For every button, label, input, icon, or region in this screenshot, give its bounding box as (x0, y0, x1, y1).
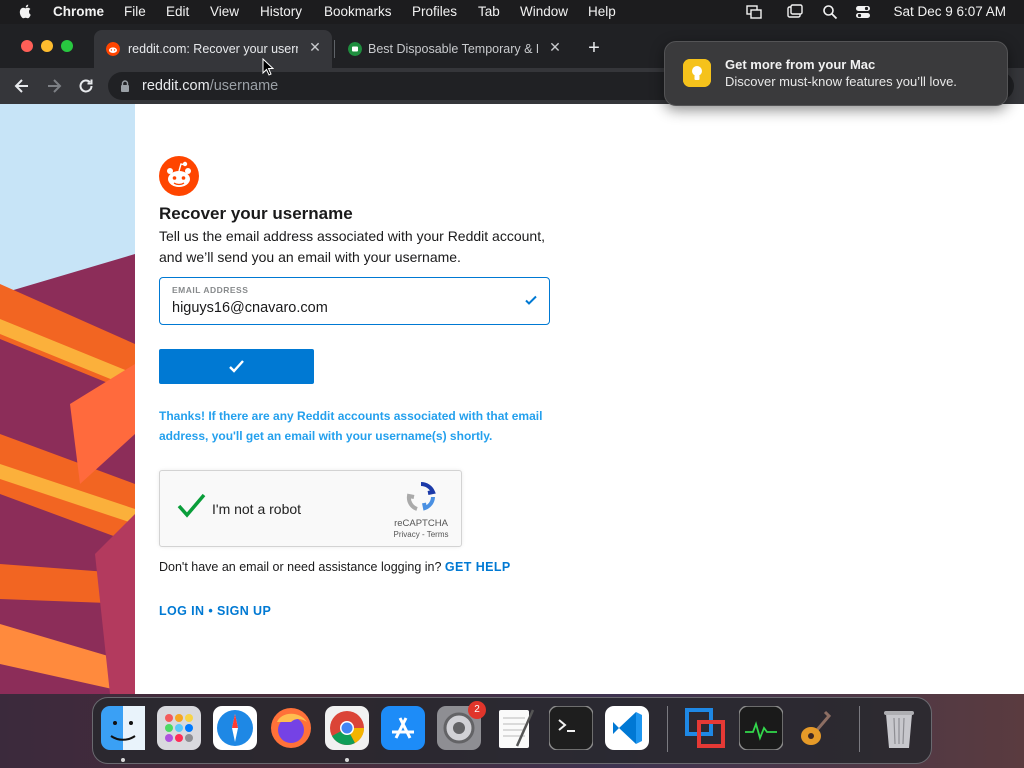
help-text: Don't have an email or need assistance l… (159, 560, 511, 574)
dock-separator (859, 706, 860, 752)
reddit-side-artwork (0, 104, 135, 694)
email-input[interactable] (172, 300, 502, 316)
garageband-icon[interactable] (795, 706, 839, 750)
chrome-icon[interactable] (325, 706, 369, 750)
url-text: reddit.com/username (142, 78, 278, 94)
checkmark-icon (229, 360, 244, 373)
notification-title: Get more from your Mac (725, 57, 876, 72)
tab-title: Best Disposable Temporary & Fake Email (368, 42, 538, 56)
get-help-link[interactable]: GET HELP (445, 560, 511, 574)
mouse-cursor-icon (262, 58, 274, 76)
vscode-icon[interactable] (605, 706, 649, 750)
email-field[interactable]: EMAIL ADDRESS (159, 277, 550, 325)
notification-body: Discover must-know features you’ll love. (725, 74, 957, 89)
page-content: Recover your username Tell us the email … (0, 104, 1024, 694)
menu-bookmarks[interactable]: Bookmarks (324, 4, 392, 19)
menu-bar: Chrome File Edit View History Bookmarks … (0, 0, 1024, 24)
recaptcha-label: I'm not a robot (212, 501, 302, 517)
tab-divider (334, 40, 335, 58)
menu-edit[interactable]: Edit (166, 4, 189, 19)
recaptcha-links[interactable]: Privacy - Terms (386, 530, 456, 539)
terminal-icon[interactable] (549, 706, 593, 750)
menu-profiles[interactable]: Profiles (412, 4, 457, 19)
submit-button[interactable] (159, 349, 314, 384)
success-message: Thanks! If there are any Reddit accounts… (159, 409, 543, 443)
back-arrow-icon[interactable] (12, 76, 32, 96)
new-tab-button[interactable]: + (585, 38, 603, 58)
dock-separator (667, 706, 668, 752)
menu-app-name[interactable]: Chrome (53, 4, 104, 19)
screen-mirroring-icon[interactable] (746, 4, 762, 20)
parallels-icon[interactable] (683, 706, 727, 750)
notification-badge: 2 (468, 701, 486, 719)
tips-lightbulb-icon (683, 59, 711, 87)
textedit-icon[interactable] (493, 706, 537, 750)
running-indicator (121, 758, 125, 762)
tab-reddit-recover[interactable]: reddit.com: Recover your username ✕ (94, 30, 332, 68)
launchpad-icon[interactable] (157, 706, 201, 750)
menu-file[interactable]: File (124, 4, 146, 19)
menu-help[interactable]: Help (588, 4, 616, 19)
tab-title: reddit.com: Recover your username (128, 42, 298, 56)
recaptcha-logo-icon (406, 482, 436, 511)
forward-arrow-icon[interactable] (44, 76, 64, 96)
spotlight-search-icon[interactable] (822, 4, 838, 20)
reddit-icon (106, 42, 120, 56)
menu-tab[interactable]: Tab (478, 4, 500, 19)
auth-separator: • (208, 604, 214, 618)
finder-icon[interactable] (101, 706, 145, 750)
running-indicator (345, 758, 349, 762)
green-circle-icon (348, 42, 362, 56)
tab-temp-email[interactable]: Best Disposable Temporary & Fake Email ✕ (336, 30, 572, 68)
lock-icon[interactable] (120, 80, 130, 92)
control-center-icon[interactable] (855, 4, 871, 20)
close-tab-icon[interactable]: ✕ (308, 40, 322, 54)
dock (92, 697, 932, 764)
activity-monitor-icon[interactable] (739, 706, 783, 750)
apple-icon[interactable] (18, 3, 34, 19)
menu-view[interactable]: View (210, 4, 239, 19)
recaptcha-widget: I'm not a robot reCAPTCHA Privacy - Term… (159, 470, 462, 547)
login-link[interactable]: LOG IN (159, 604, 204, 618)
menu-window[interactable]: Window (520, 4, 568, 19)
close-tab-icon[interactable]: ✕ (548, 40, 562, 54)
auth-links: LOG IN • SIGN UP (159, 604, 271, 618)
menu-history[interactable]: History (260, 4, 302, 19)
firefox-icon[interactable] (269, 706, 313, 750)
menubar-clock[interactable]: Sat Dec 9 6:07 AM (893, 4, 1006, 19)
help-prompt: Don't have an email or need assistance l… (159, 560, 442, 574)
url-domain: reddit.com (142, 78, 210, 94)
page-description: Tell us the email address associated wit… (159, 228, 545, 265)
safari-icon[interactable] (213, 706, 257, 750)
notification-banner[interactable]: Get more from your Mac Discover must-kno… (664, 41, 1008, 106)
minimize-window-button[interactable] (41, 40, 53, 52)
close-window-button[interactable] (21, 40, 33, 52)
reddit-logo-icon (159, 156, 199, 196)
page-title: Recover your username (159, 204, 353, 223)
url-path: /username (209, 78, 279, 94)
reload-icon[interactable] (76, 76, 96, 96)
email-field-label: EMAIL ADDRESS (172, 285, 249, 295)
recaptcha-checked-icon[interactable] (176, 493, 206, 519)
signup-link[interactable]: SIGN UP (217, 604, 271, 618)
window-icon[interactable] (787, 4, 803, 20)
trash-icon[interactable] (877, 706, 921, 750)
recaptcha-brand: reCAPTCHA (394, 518, 448, 529)
app-store-icon[interactable] (381, 706, 425, 750)
zoom-window-button[interactable] (61, 40, 73, 52)
valid-checkmark-icon (525, 295, 537, 305)
